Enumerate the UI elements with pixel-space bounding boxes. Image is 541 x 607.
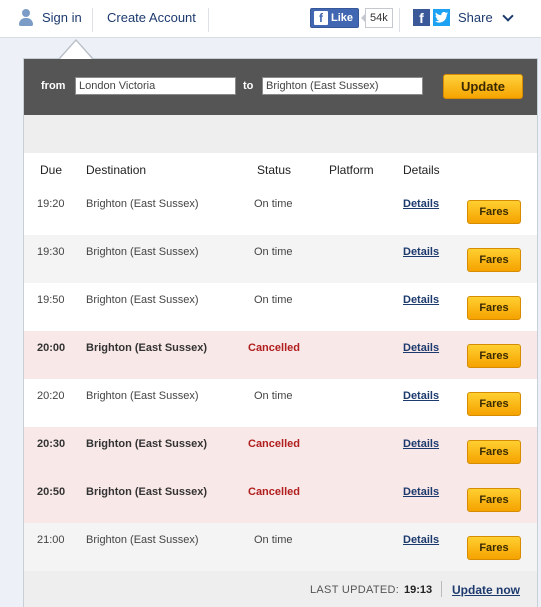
table-row-cancelled: 20:30 Brighton (East Sussex) Cancelled D…: [24, 427, 537, 475]
create-account-link[interactable]: Create Account: [107, 10, 196, 25]
twitter-icon: [433, 9, 450, 26]
status: Cancelled: [248, 486, 300, 498]
due-time: 20:30: [37, 438, 66, 450]
header-status: Status: [257, 163, 292, 177]
table-row-cancelled: 20:00 Brighton (East Sussex) Cancelled D…: [24, 331, 537, 379]
due-time: 19:30: [37, 246, 65, 258]
table-footer: LAST UPDATED: 19:13 Update now: [24, 571, 537, 607]
destination: Brighton (East Sussex): [86, 390, 199, 402]
due-time: 19:50: [37, 294, 65, 306]
info-strip: [24, 115, 537, 153]
destination: Brighton (East Sussex): [86, 342, 208, 354]
signin-label: Sign in: [42, 10, 82, 25]
fares-button[interactable]: Fares: [467, 392, 521, 416]
status: On time: [254, 246, 293, 258]
divider: [441, 581, 442, 597]
route-search-bar: from to Update: [24, 59, 537, 115]
update-now-link[interactable]: Update now: [452, 583, 520, 597]
last-updated-time: 19:13: [404, 584, 433, 596]
from-label: from: [41, 80, 66, 92]
to-label: to: [243, 80, 254, 92]
table-row: 20:20 Brighton (East Sussex) On time Det…: [24, 379, 537, 427]
table-row: 19:50 Brighton (East Sussex) On time Det…: [24, 283, 537, 331]
destination: Brighton (East Sussex): [86, 198, 199, 210]
details-link[interactable]: Details: [403, 486, 439, 498]
status: On time: [254, 534, 293, 546]
facebook-icon: f: [413, 9, 430, 26]
facebook-like-button[interactable]: f Like: [310, 8, 360, 28]
status: Cancelled: [248, 342, 300, 354]
facebook-like-widget: f Like 54k: [310, 8, 393, 28]
share-label: Share: [458, 10, 493, 25]
facebook-like-count: 54k: [361, 8, 393, 28]
status: On time: [254, 294, 293, 306]
destination: Brighton (East Sussex): [86, 438, 208, 450]
fares-button[interactable]: Fares: [467, 440, 521, 464]
header-platform: Platform: [329, 163, 374, 177]
fares-button[interactable]: Fares: [467, 536, 521, 560]
details-link[interactable]: Details: [403, 294, 439, 306]
details-link[interactable]: Details: [403, 246, 439, 258]
departures-table-header: Due Destination Status Platform Details: [24, 153, 537, 187]
facebook-icon: f: [314, 11, 328, 25]
facebook-like-label: Like: [331, 12, 354, 24]
status: On time: [254, 198, 293, 210]
signin-link[interactable]: Sign in: [18, 9, 82, 26]
details-link[interactable]: Details: [403, 534, 439, 546]
chevron-down-icon: [502, 9, 514, 22]
status: On time: [254, 390, 293, 402]
due-time: 20:00: [37, 342, 66, 354]
to-station-input[interactable]: [262, 77, 423, 95]
fares-button[interactable]: Fares: [467, 344, 521, 368]
fares-button[interactable]: Fares: [467, 488, 521, 512]
divider: [399, 8, 400, 32]
destination: Brighton (East Sussex): [86, 534, 199, 546]
header-due: Due: [40, 163, 63, 177]
details-link[interactable]: Details: [403, 198, 439, 210]
fares-button[interactable]: Fares: [467, 200, 521, 224]
from-station-input[interactable]: [75, 77, 236, 95]
divider: [92, 8, 93, 32]
fares-button[interactable]: Fares: [467, 296, 521, 320]
details-link[interactable]: Details: [403, 438, 439, 450]
update-button[interactable]: Update: [443, 74, 523, 99]
destination: Brighton (East Sussex): [86, 294, 199, 306]
due-time: 19:20: [37, 198, 65, 210]
table-row-cancelled: 20:50 Brighton (East Sussex) Cancelled D…: [24, 475, 537, 523]
table-row: 21:00 Brighton (East Sussex) On time Det…: [24, 523, 537, 571]
table-row: 19:20 Brighton (East Sussex) On time Det…: [24, 187, 537, 235]
table-row: 19:30 Brighton (East Sussex) On time Det…: [24, 235, 537, 283]
destination: Brighton (East Sussex): [86, 486, 208, 498]
share-menu[interactable]: f Share: [413, 9, 514, 26]
details-link[interactable]: Details: [403, 342, 439, 354]
last-updated-label: LAST UPDATED:: [310, 584, 400, 596]
fares-button[interactable]: Fares: [467, 248, 521, 272]
destination: Brighton (East Sussex): [86, 246, 199, 258]
top-bar: Sign in Create Account f Like 54k f Shar…: [0, 0, 541, 38]
due-time: 20:50: [37, 486, 66, 498]
user-icon: [18, 9, 34, 26]
status: Cancelled: [248, 438, 300, 450]
details-link[interactable]: Details: [403, 390, 439, 402]
due-time: 20:20: [37, 390, 65, 402]
header-details: Details: [403, 163, 440, 177]
header-destination: Destination: [86, 163, 147, 177]
due-time: 21:00: [37, 534, 65, 546]
divider: [208, 8, 209, 32]
